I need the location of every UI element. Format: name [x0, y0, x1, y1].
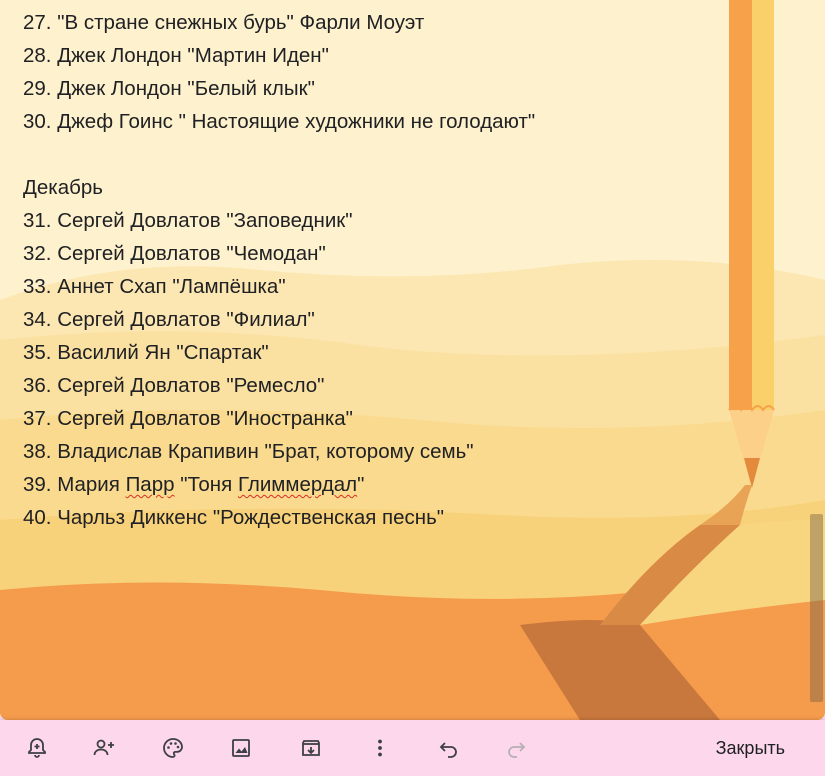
note-text: 37. Сергей Довлатов "Иностранка" — [23, 407, 353, 430]
palette-icon — [163, 738, 183, 758]
note-text: "Тоня — [174, 473, 238, 496]
note-line: 34. Сергей Довлатов "Филиал" — [23, 303, 743, 336]
note-line: 36. Сергей Довлатов "Ремесло" — [23, 369, 743, 402]
note-line: 30. Джеф Гоинс " Настоящие художники не … — [23, 105, 743, 138]
misspelled-word: Глиммердал — [237, 473, 358, 496]
archive-icon — [302, 740, 320, 756]
note-body[interactable]: 27. "В стране снежных бурь" Фарли Моуэт 2… — [23, 6, 743, 534]
note-text: 40. Чарльз Диккенс "Рождественская песнь… — [23, 506, 445, 529]
note-text: Декабрь — [23, 176, 103, 199]
note-text: 39. Мария — [23, 473, 126, 496]
add-image-button[interactable] — [226, 733, 256, 763]
note-text: 29. Джек Лондон "Белый клык" — [23, 77, 315, 100]
note-line: 40. Чарльз Диккенс "Рождественская песнь… — [23, 501, 743, 534]
note-line: 31. Сергей Довлатов "Заповедник" — [23, 204, 743, 237]
note-text: " — [357, 473, 365, 496]
note-line: Декабрь — [23, 171, 743, 204]
note-line: 35. Василий Ян "Спартак" — [23, 336, 743, 369]
collaborator-icon — [93, 739, 114, 756]
note-editor[interactable]: 27. "В стране снежных бурь" Фарли Моуэт 2… — [0, 0, 825, 720]
note-text: 34. Сергей Довлатов "Филиал" — [23, 308, 315, 331]
collaborator-button[interactable] — [89, 733, 119, 763]
more-vert-icon — [378, 739, 382, 757]
note-line: 29. Джек Лондон "Белый клык" — [23, 72, 743, 105]
note-text: 32. Сергей Довлатов "Чемодан" — [23, 242, 326, 265]
note-line — [23, 138, 743, 171]
note-text: 35. Василий Ян "Спартак" — [23, 341, 269, 364]
note-toolbar: Закрыть — [0, 720, 825, 776]
note-line: 28. Джек Лондон "Мартин Иден" — [23, 39, 743, 72]
more-button[interactable] — [365, 733, 395, 763]
note-text: 31. Сергей Довлатов "Заповедник" — [23, 209, 353, 232]
note-line: 33. Аннет Схап "Лампёшка" — [23, 270, 743, 303]
note-text: 36. Сергей Довлатов "Ремесло" — [23, 374, 325, 397]
note-text: 28. Джек Лондон "Мартин Иден" — [23, 44, 329, 67]
note-line: 39. Мария Парр "Тоня Глиммердал" — [23, 468, 743, 501]
note-text: 33. Аннет Схап "Лампёшка" — [23, 275, 286, 298]
note-line: 27. "В стране снежных бурь" Фарли Моуэт — [23, 6, 743, 39]
background-options-button[interactable] — [158, 733, 188, 763]
note-line: 38. Владислав Крапивин "Брат, которому с… — [23, 435, 743, 468]
image-icon — [232, 739, 250, 757]
remind-me-button[interactable] — [22, 733, 52, 763]
redo-button[interactable] — [501, 733, 531, 763]
archive-button[interactable] — [296, 733, 326, 763]
close-button[interactable]: Закрыть — [716, 734, 785, 762]
note-text: 27. "В стране снежных бурь" Фарли Моуэт — [23, 11, 425, 34]
undo-icon — [439, 742, 457, 758]
misspelled-word: Парр — [125, 473, 175, 496]
note-text: 38. Владислав Крапивин "Брат, которому с… — [23, 440, 474, 463]
undo-button[interactable] — [434, 733, 464, 763]
note-line: 37. Сергей Довлатов "Иностранка" — [23, 402, 743, 435]
note-text: 30. Джеф Гоинс " Настоящие художники не … — [23, 110, 536, 133]
redo-icon — [508, 742, 526, 758]
note-line: 32. Сергей Довлатов "Чемодан" — [23, 237, 743, 270]
scrollbar-thumb[interactable] — [810, 514, 823, 702]
remind-me-icon — [28, 738, 46, 758]
